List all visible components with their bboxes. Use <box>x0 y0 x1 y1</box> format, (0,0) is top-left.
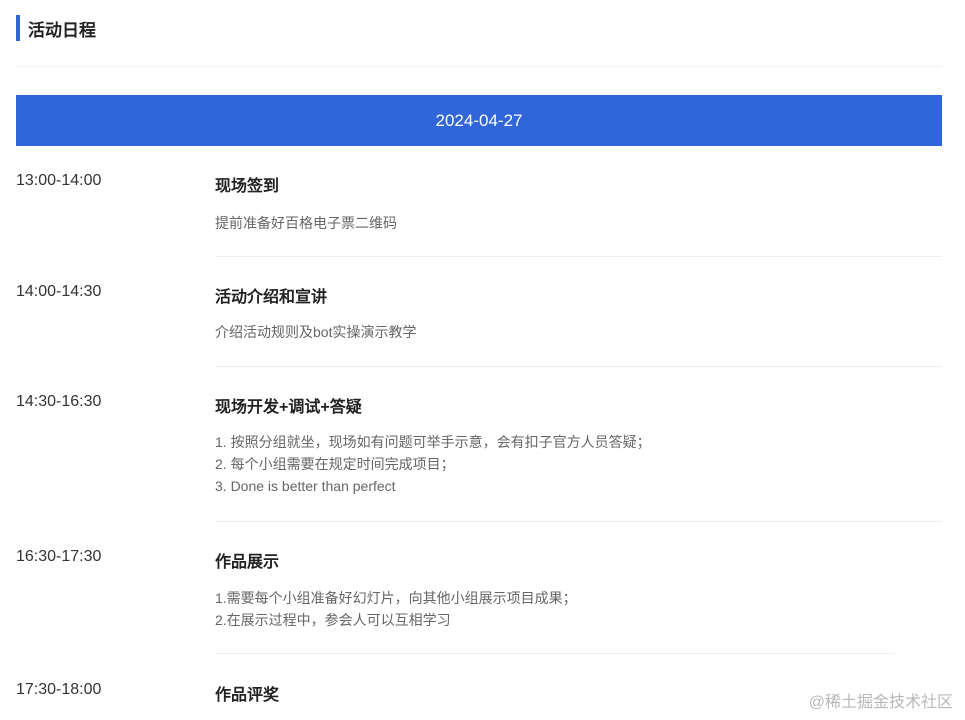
schedule-item-time: 14:00-14:30 <box>16 283 102 300</box>
schedule-item-divider <box>215 256 942 257</box>
schedule-item-description: 提前准备好百格电子票二维码 <box>215 212 397 234</box>
schedule-item-title: 活动介绍和宣讲 <box>215 289 328 306</box>
schedule-item-divider <box>215 521 942 522</box>
schedule-page: 活动日程 2024-04-27 13:00-14:00 现场签到 提前准备好百格… <box>0 0 965 720</box>
schedule-list: 13:00-14:00 现场签到 提前准备好百格电子票二维码 14:00-14:… <box>0 0 965 720</box>
description-line: 介绍活动规则及bot实操演示教学 <box>215 324 417 340</box>
description-line: 2.在展示过程中，参会人可以互相学习 <box>215 612 451 628</box>
schedule-item-time: 17:30-18:00 <box>16 681 102 698</box>
watermark: @稀土掘金技术社区 <box>808 694 953 711</box>
schedule-item-divider <box>215 366 942 367</box>
description-line: 2. 每个小组需要在规定时间完成项目； <box>215 456 455 472</box>
description-line: 1.需要每个小组准备好幻灯片，向其他小组展示项目成果； <box>215 590 577 606</box>
schedule-item-time: 14:30-16:30 <box>16 393 102 410</box>
schedule-item-time: 16:30-17:30 <box>16 548 102 565</box>
schedule-item-title: 作品展示 <box>215 554 280 571</box>
schedule-item-title: 作品评奖 <box>215 687 280 704</box>
schedule-item-title: 现场签到 <box>215 178 280 195</box>
schedule-item-divider <box>215 653 895 654</box>
schedule-item-description: 介绍活动规则及bot实操演示教学 <box>215 321 416 343</box>
description-line: 3. Done is better than perfect <box>215 478 396 494</box>
schedule-item-time: 13:00-14:00 <box>16 172 102 189</box>
schedule-item-title: 现场开发+调试+答疑 <box>215 399 362 416</box>
schedule-item-description: 1. 按照分组就坐，现场如有问题可举手示意，会有扣子官方人员答疑； 2. 每个小… <box>215 431 651 497</box>
description-line: 提前准备好百格电子票二维码 <box>215 215 397 231</box>
schedule-item-description: 1.需要每个小组准备好幻灯片，向其他小组展示项目成果； 2.在展示过程中，参会人… <box>215 587 577 631</box>
description-line: 1. 按照分组就坐，现场如有问题可举手示意，会有扣子官方人员答疑； <box>215 434 651 450</box>
